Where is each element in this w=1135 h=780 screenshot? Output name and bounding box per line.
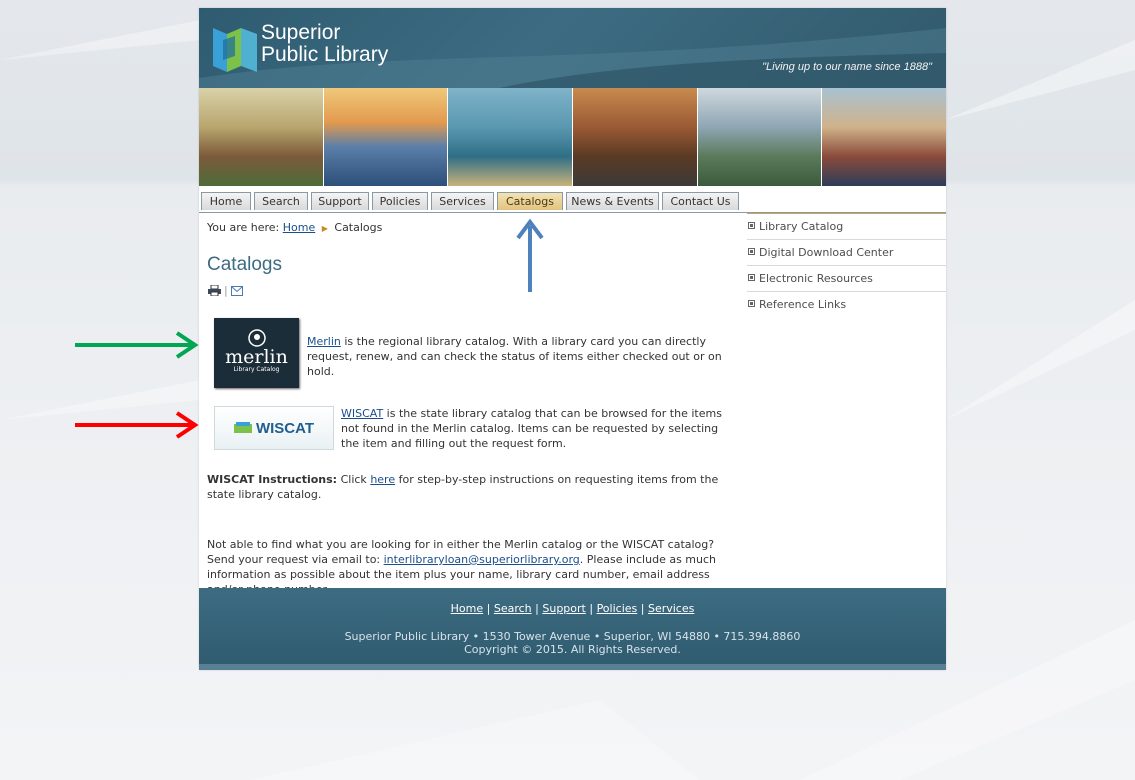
- banner-image-building: [199, 88, 324, 186]
- sidebar-item-label: Library Catalog: [759, 220, 844, 233]
- merlin-logo[interactable]: merlin Library Catalog: [214, 318, 299, 388]
- sidebar-item-label: Electronic Resources: [759, 272, 873, 285]
- wiscat-book-icon: [233, 422, 252, 433]
- wiscat-logo-text: WISCAT: [255, 419, 315, 437]
- nav-tab-catalogs[interactable]: Catalogs: [497, 192, 563, 210]
- sidebar-item-library-catalog[interactable]: Library Catalog: [747, 213, 946, 240]
- banner-image-river: [697, 88, 823, 186]
- sidebar-item-label: Reference Links: [759, 298, 847, 311]
- bullet-icon: [748, 300, 755, 307]
- page-title: Catalogs: [207, 254, 282, 275]
- merlin-text: is the regional library catalog. With a …: [307, 335, 722, 378]
- main-nav: Home Search Support Policies Services Ca…: [199, 190, 946, 213]
- wiscat-logo[interactable]: WISCAT: [214, 406, 334, 450]
- merlin-block: merlin Library Catalog Merlin is the reg…: [207, 318, 737, 390]
- footer-link-services[interactable]: Services: [648, 602, 694, 615]
- nav-tab-search[interactable]: Search: [254, 192, 308, 210]
- breadcrumb-current: Catalogs: [334, 221, 383, 234]
- instructions-here-link[interactable]: here: [370, 473, 395, 486]
- arrow-right-icon: [75, 331, 199, 359]
- footer-links: Home | Search | Support | Policies | Ser…: [199, 602, 946, 615]
- logo-line1: Superior: [261, 21, 341, 44]
- tagline: "Living up to our name since 1888": [762, 61, 932, 73]
- nav-tab-home[interactable]: Home: [201, 192, 251, 210]
- footer-address-block: Superior Public Library • 1530 Tower Ave…: [199, 630, 946, 656]
- nav-tab-policies[interactable]: Policies: [372, 192, 428, 210]
- footer-separator: |: [589, 602, 594, 615]
- library-logo-icon[interactable]: [213, 26, 257, 74]
- sidebar-item-label: Digital Download Center: [759, 246, 894, 259]
- tools-divider: |: [224, 284, 228, 297]
- wiscat-link[interactable]: WISCAT: [341, 407, 383, 420]
- footer-link-support[interactable]: Support: [542, 602, 585, 615]
- breadcrumb-prefix: You are here:: [207, 221, 280, 234]
- footer-separator: |: [535, 602, 539, 615]
- site-footer: Home | Search | Support | Policies | Ser…: [199, 588, 946, 670]
- site-header: Superior Public Library "Living up to ou…: [199, 8, 946, 88]
- sidebar: Library Catalog Digital Download Center …: [747, 213, 946, 317]
- merlin-emblem-icon: [247, 329, 266, 347]
- footer-separator: |: [486, 602, 491, 615]
- sidebar-item-reference-links[interactable]: Reference Links: [747, 292, 946, 317]
- footer-stripe: [199, 664, 946, 670]
- nav-tab-news-events[interactable]: News & Events: [566, 192, 659, 210]
- footer-link-search[interactable]: Search: [494, 602, 532, 615]
- bullet-icon: [748, 248, 755, 255]
- banner-image-sailboat: [323, 88, 449, 186]
- footer-address: Superior Public Library • 1530 Tower Ave…: [344, 630, 801, 643]
- merlin-description: Merlin is the regional library catalog. …: [307, 334, 737, 379]
- page-container: Superior Public Library "Living up to ou…: [199, 8, 947, 670]
- logo-line2: Public Library: [261, 43, 389, 66]
- bullet-icon: [748, 222, 755, 229]
- breadcrumb-home-link[interactable]: Home: [283, 221, 315, 234]
- nav-tab-support[interactable]: Support: [311, 192, 369, 210]
- header-banner: [199, 88, 947, 186]
- footer-separator: |: [640, 602, 645, 615]
- wiscat-instructions: WISCAT Instructions: Click here for step…: [207, 472, 737, 502]
- breadcrumb: You are here: Home ▶ Catalogs: [207, 221, 382, 234]
- wiscat-text: is the state library catalog that can be…: [341, 407, 722, 450]
- sidebar-item-digital-download-center[interactable]: Digital Download Center: [747, 240, 946, 266]
- print-icon[interactable]: [208, 285, 221, 296]
- footer-link-home[interactable]: Home: [451, 602, 483, 615]
- wiscat-description: WISCAT is the state library catalog that…: [341, 406, 737, 451]
- nav-tab-contact-us[interactable]: Contact Us: [662, 192, 739, 210]
- wiscat-instructions-label: WISCAT Instructions:: [207, 473, 338, 486]
- footer-copyright: Copyright © 2015. All Rights Reserved.: [464, 643, 681, 656]
- banner-image-castle: [822, 88, 947, 186]
- footer-link-policies[interactable]: Policies: [597, 602, 638, 615]
- merlin-link[interactable]: Merlin: [307, 335, 341, 348]
- instructions-pre: Click: [337, 473, 371, 486]
- bullet-icon: [748, 274, 755, 281]
- banner-image-lake: [448, 88, 574, 186]
- banner-image-street: [573, 88, 698, 186]
- arrow-up-icon: [516, 218, 544, 292]
- breadcrumb-arrow-icon: ▶: [321, 224, 328, 233]
- interlibrary-email-link[interactable]: interlibraryloan@superiorlibrary.org: [384, 553, 580, 566]
- sidebar-item-electronic-resources[interactable]: Electronic Resources: [747, 266, 946, 292]
- site-logo-text[interactable]: Superior Public Library: [261, 22, 388, 66]
- page-tools: |: [208, 284, 243, 297]
- email-icon[interactable]: [230, 285, 243, 296]
- arrow-right-icon: [75, 411, 199, 439]
- wiscat-block: WISCAT WISCAT is the state library catal…: [207, 406, 737, 456]
- nav-tab-services[interactable]: Services: [431, 192, 494, 210]
